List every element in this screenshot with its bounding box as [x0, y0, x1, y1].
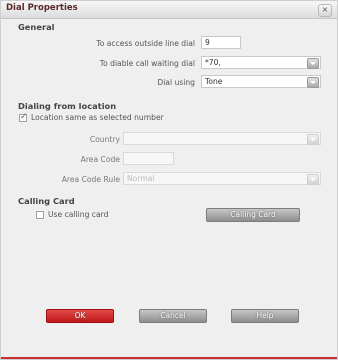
dial-properties-dialog: Dial Properties × General To access outs… — [0, 0, 338, 360]
chevron-down-icon[interactable] — [307, 174, 319, 185]
calling-card-heading: Calling Card — [18, 196, 75, 206]
area-code-label: Area Code — [80, 155, 120, 164]
area-code-rule-value: Normal — [127, 174, 155, 183]
outside-line-label: To access outside line dial — [96, 39, 195, 48]
location-same-checkbox[interactable]: ✓ — [19, 112, 28, 122]
chevron-down-icon[interactable] — [307, 58, 319, 69]
chevron-down-icon[interactable] — [307, 134, 319, 145]
dial-using-select[interactable]: Tone — [201, 75, 321, 88]
country-select[interactable] — [123, 132, 321, 145]
general-heading: General — [18, 22, 55, 32]
call-waiting-select[interactable]: *70, — [201, 56, 321, 69]
call-waiting-label: To diable call waiting dial — [99, 59, 195, 68]
use-calling-card-label: Use calling card — [48, 210, 109, 219]
help-button[interactable]: Help — [231, 309, 299, 323]
ok-button[interactable]: OK — [46, 309, 114, 323]
area-code-rule-select[interactable]: Normal — [123, 172, 321, 185]
cancel-button[interactable]: Cancel — [139, 309, 207, 323]
area-code-input[interactable] — [123, 152, 174, 165]
close-icon[interactable]: × — [318, 4, 332, 17]
location-same-label: Location same as selected number — [31, 113, 164, 122]
area-code-rule-label: Area Code Rule — [61, 175, 120, 184]
use-calling-card-checkbox[interactable] — [36, 211, 44, 219]
dial-using-value: Tone — [205, 77, 223, 86]
dialog-title: Dial Properties — [6, 3, 78, 13]
country-label: Country — [89, 135, 120, 144]
call-waiting-value: *70, — [205, 58, 221, 67]
title-bar: Dial Properties × — [1, 1, 337, 19]
dial-using-label: Dial using — [157, 78, 195, 87]
checkmark-icon: ✓ — [20, 112, 28, 122]
calling-card-button[interactable]: Calling Card — [206, 208, 300, 222]
accent-bottom-line — [1, 357, 337, 359]
chevron-down-icon[interactable] — [307, 77, 319, 88]
outside-line-input[interactable]: 9 — [201, 36, 241, 49]
location-heading: Dialing from location — [18, 101, 117, 111]
